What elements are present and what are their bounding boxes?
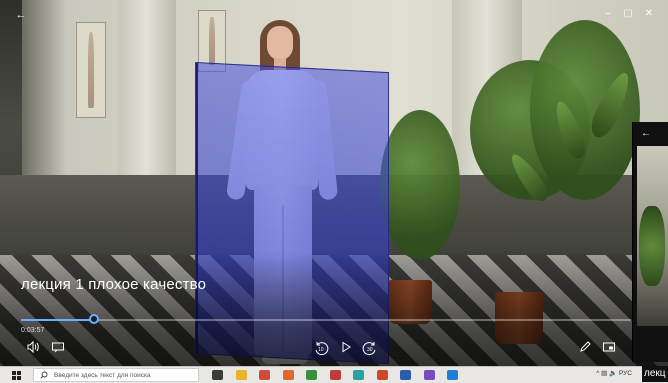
taskbar: Введите здесь текст для поиска ^ ▨ 🔈 РУС — [0, 366, 668, 383]
seek-bar-progress — [21, 319, 95, 321]
plant — [380, 110, 460, 260]
app-orange-icon[interactable] — [282, 370, 294, 380]
video-frame — [0, 0, 668, 382]
second-window-title-clip: лекц — [642, 366, 668, 382]
play-icon — [342, 341, 351, 353]
second-window-back-button[interactable]: ← — [641, 128, 651, 139]
mail-icon[interactable] — [259, 370, 270, 380]
system-tray: ^ ▨ 🔈 РУС — [596, 369, 632, 377]
play-button[interactable] — [339, 340, 355, 356]
powerpoint-icon[interactable] — [376, 370, 388, 380]
plant — [530, 20, 640, 200]
volume-tray-icon[interactable]: 🔈 — [609, 370, 617, 377]
forward-30-button[interactable]: 30 — [362, 340, 380, 356]
taskbar-search[interactable]: Введите здесь текст для поиска — [33, 368, 199, 382]
miniview-button[interactable] — [602, 340, 618, 356]
language-indicator[interactable]: РУС — [619, 370, 632, 377]
minimize-button[interactable]: – — [598, 6, 618, 22]
second-player-window[interactable]: ← — [632, 122, 668, 362]
video-title: лекция 1 плохое качество — [21, 276, 207, 293]
app-teal-icon[interactable] — [353, 370, 364, 380]
subtitles-button[interactable] — [51, 340, 67, 356]
search-icon — [40, 371, 48, 379]
rewind-10-icon: 10 — [315, 342, 329, 356]
movies-tv-icon[interactable] — [447, 370, 458, 380]
volume-button[interactable] — [26, 340, 42, 356]
network-icon[interactable]: ▨ — [601, 370, 607, 377]
start-button[interactable] — [0, 367, 32, 383]
app-red-icon[interactable] — [329, 370, 341, 380]
windows-logo-icon — [11, 370, 21, 380]
chrome-icon[interactable] — [306, 370, 317, 380]
subtitles-icon — [52, 342, 64, 353]
svg-text:30: 30 — [367, 347, 373, 353]
forward-30-icon: 30 — [362, 342, 376, 356]
word-icon[interactable] — [400, 370, 411, 380]
seek-bar[interactable] — [21, 314, 631, 324]
window-controls: – ▢ ✕ — [598, 6, 660, 22]
anatomy-poster — [76, 22, 106, 118]
miniview-icon — [603, 342, 615, 352]
app-purple-icon[interactable] — [423, 370, 435, 380]
search-placeholder: Введите здесь текст для поиска — [54, 371, 151, 379]
edit-button[interactable] — [578, 340, 594, 356]
back-button[interactable]: ← — [14, 8, 28, 22]
pen-icon — [580, 341, 591, 352]
second-window-video — [637, 146, 668, 326]
tray-chevron-icon[interactable]: ^ — [596, 370, 599, 377]
task-view-icon[interactable] — [212, 370, 223, 380]
volume-icon — [27, 340, 39, 354]
rewind-10-button[interactable]: 10 — [313, 340, 331, 356]
svg-text:10: 10 — [318, 347, 324, 353]
file-explorer-icon[interactable] — [235, 370, 247, 380]
restore-button[interactable]: ▢ — [618, 6, 638, 22]
close-button[interactable]: ✕ — [638, 6, 660, 22]
elapsed-time: 0:03:57 — [21, 327, 45, 334]
controls-gradient — [0, 252, 668, 382]
